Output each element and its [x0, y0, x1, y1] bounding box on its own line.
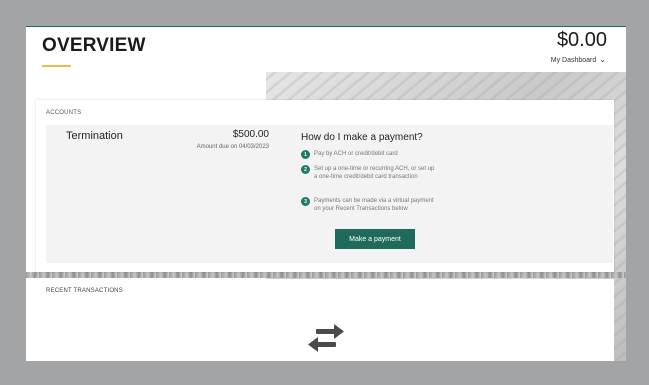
- account-item: Termination $500.00 Amount due on 04/03/…: [46, 125, 613, 263]
- account-amount: $500.00: [232, 129, 269, 140]
- payment-step-1: 1 Pay by ACH or credit/debit card: [301, 150, 436, 159]
- payment-help-title: How do I make a payment?: [301, 132, 423, 143]
- background-photo-strip: [26, 272, 626, 278]
- payment-step-2: 2 Set up a one-time or recurring ACH, or…: [301, 165, 436, 181]
- recent-transactions-heading: RECENT TRANSACTIONS: [46, 288, 123, 294]
- balance-dropdown[interactable]: My Dashboard ⌄: [551, 56, 606, 64]
- make-payment-button[interactable]: Make a payment: [335, 229, 415, 249]
- chevron-down-icon: ⌄: [599, 55, 606, 64]
- recent-transactions-card: RECENT TRANSACTIONS: [36, 279, 614, 361]
- step-text: Pay by ACH or credit/debit card: [314, 151, 398, 157]
- accounts-card: ACCOUNTS Termination $500.00 Amount due …: [36, 100, 614, 272]
- account-due-date: Amount due on 04/03/2023: [196, 144, 269, 150]
- accounts-heading: ACCOUNTS: [46, 110, 82, 116]
- swap-arrows-icon: [308, 324, 344, 352]
- balance-dropdown-label: My Dashboard: [550, 56, 597, 64]
- step-number-badge: 2: [301, 165, 310, 174]
- step-text: Payments can be made via a virtual payme…: [314, 198, 434, 212]
- page-title: OVERVIEW: [42, 35, 146, 56]
- step-number-badge: 1: [301, 150, 310, 159]
- app-window: OVERVIEW $0.00 My Dashboard ⌄ ACCOUNTS T…: [26, 26, 626, 361]
- step-number-badge: 3: [301, 197, 310, 206]
- total-balance: $0.00: [556, 29, 607, 51]
- step-text: Set up a one-time or recurring ACH, or s…: [314, 166, 435, 180]
- account-name: Termination: [66, 130, 123, 142]
- payment-step-3: 3 Payments can be made via a virtual pay…: [301, 197, 436, 213]
- title-underline: [42, 65, 71, 67]
